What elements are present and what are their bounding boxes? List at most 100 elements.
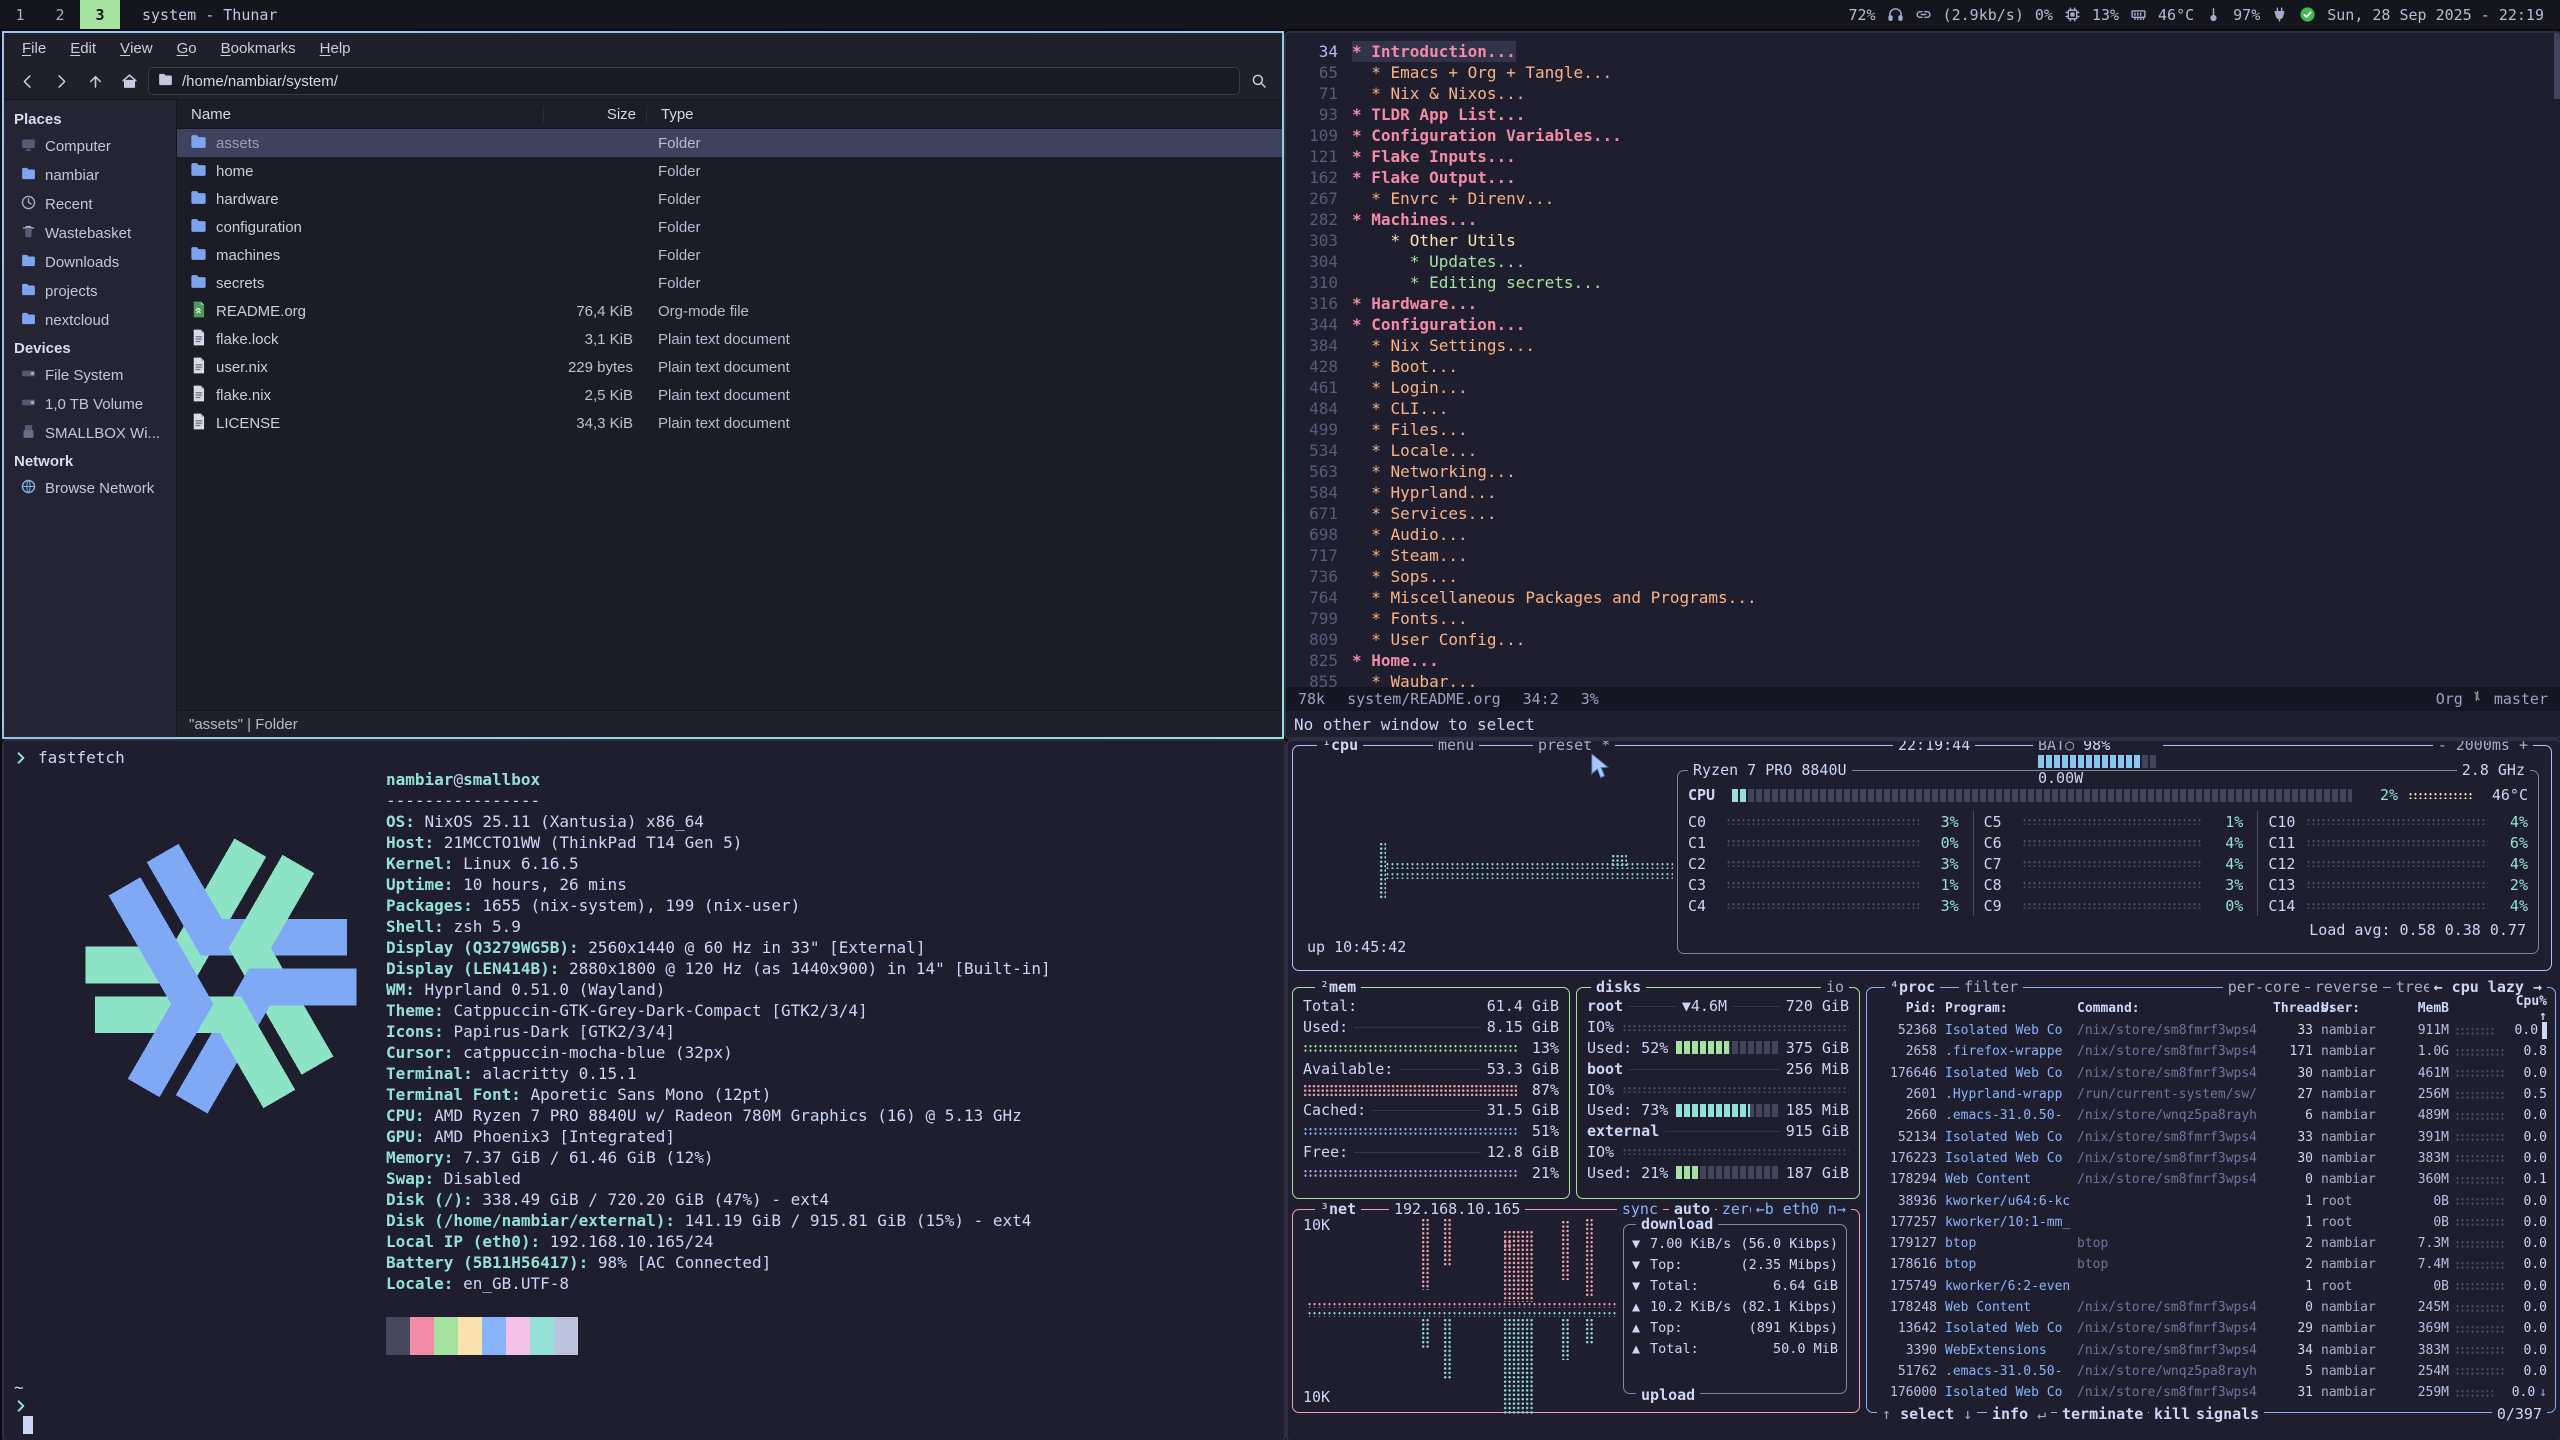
proc-row[interactable]: 178248Web Content/nix/store/sm8fmrf3wps4… xyxy=(1867,1297,2555,1318)
sidebar-item-browse-network[interactable]: Browse Network xyxy=(4,474,176,503)
sidebar-item-smallbox-wi-[interactable]: SMALLBOX Wi... xyxy=(4,419,176,448)
proc-header-mem[interactable]: MemB xyxy=(2399,1001,2449,1016)
proc-row[interactable]: 52368Isolated Web Co/nix/store/sm8fmrf3w… xyxy=(1867,1020,2555,1041)
proc-row[interactable]: 2601.Hyprland-wrapp/run/current-system/s… xyxy=(1867,1084,2555,1105)
sidebar-item-nambiar[interactable]: nambiar xyxy=(4,161,176,190)
proc-row[interactable]: 38936kworker/u64:6-kc1root0B0.0 xyxy=(1867,1190,2555,1211)
proc-footer-3[interactable]: kill xyxy=(2149,1404,2195,1424)
mem-box-title[interactable]: ²mem xyxy=(1315,977,1361,997)
proc-footer-4[interactable]: signals xyxy=(2191,1404,2264,1424)
file-row-flake-lock[interactable]: flake.lock3,1 KiBPlain text document xyxy=(177,325,1282,353)
proc-row[interactable]: 175749kworker/6:2-even1root0B0.0 xyxy=(1867,1276,2555,1297)
file-row-user-nix[interactable]: user.nix229 bytesPlain text document xyxy=(177,353,1282,381)
sidebar-item-wastebasket[interactable]: Wastebasket xyxy=(4,219,176,248)
file-row-license[interactable]: LICENSE34,3 KiBPlain text document xyxy=(177,409,1282,437)
preset-button[interactable]: preset * xyxy=(1533,739,1615,755)
filter-button[interactable]: filter xyxy=(1959,977,2023,997)
menu-view[interactable]: View xyxy=(108,33,165,63)
proc-row[interactable]: 3390WebExtensions/nix/store/sm8fmrf3wps4… xyxy=(1867,1339,2555,1360)
fastfetch-terminal[interactable]: fastfetch nambiar@smallbox--------------… xyxy=(2,739,1286,1440)
org-heading-line[interactable]: 736 * Sops... xyxy=(1292,566,2560,587)
org-heading-line[interactable]: 304 * Updates... xyxy=(1292,251,2560,272)
sidebar-item-downloads[interactable]: Downloads xyxy=(4,248,176,277)
per-core-button[interactable]: per-core xyxy=(2223,977,2305,997)
proc-footer-1[interactable]: info ↵ xyxy=(1987,1404,2051,1424)
org-heading-line[interactable]: 162* Flake Output... xyxy=(1292,167,2560,188)
sidebar-item-recent[interactable]: Recent xyxy=(4,190,176,219)
sidebar-item-computer[interactable]: Computer xyxy=(4,132,176,161)
proc-row[interactable]: 177257kworker/10:1-mm_1root0B0.0 xyxy=(1867,1212,2555,1233)
cpu-box-title[interactable]: ¹cpu xyxy=(1317,739,1363,755)
org-heading-line[interactable]: 71 * Nix & Nixos... xyxy=(1292,83,2560,104)
file-row-configuration[interactable]: configurationFolder xyxy=(177,213,1282,241)
proc-footer-2[interactable]: terminate xyxy=(2057,1404,2148,1424)
workspace-button-3[interactable]: 3 xyxy=(80,0,120,29)
org-heading-line[interactable]: 267 * Envrc + Direnv... xyxy=(1292,188,2560,209)
org-heading-line[interactable]: 310 * Editing secrets... xyxy=(1292,272,2560,293)
org-heading-line[interactable]: 121* Flake Inputs... xyxy=(1292,146,2560,167)
proc-header-program[interactable]: Program: xyxy=(1945,1001,2077,1016)
proc-row[interactable]: 2660.emacs-31.0.50-/nix/store/wnqz5pa8ra… xyxy=(1867,1105,2555,1126)
io-toggle[interactable]: io xyxy=(1821,977,1849,997)
org-heading-line[interactable]: 717 * Steam... xyxy=(1292,545,2560,566)
org-heading-line[interactable]: 93* TLDR App List... xyxy=(1292,104,2560,125)
proc-row[interactable]: 51762.emacs-31.0.50-/nix/store/wnqz5pa8r… xyxy=(1867,1361,2555,1382)
emacs-buffer[interactable]: 34* Introduction...65 * Emacs + Org + Ta… xyxy=(1286,33,2560,687)
org-heading-line[interactable]: 344* Configuration... xyxy=(1292,314,2560,335)
proc-header-command[interactable]: Command: xyxy=(2077,1001,2273,1016)
proc-header-user[interactable]: User: xyxy=(2321,1001,2399,1016)
org-heading-line[interactable]: 384 * Nix Settings... xyxy=(1292,335,2560,356)
workspace-button-2[interactable]: 2 xyxy=(40,0,80,29)
path-bar[interactable]: /home/nambiar/system/ xyxy=(148,67,1240,95)
org-heading-line[interactable]: 584 * Hyprland... xyxy=(1292,482,2560,503)
back-button[interactable] xyxy=(12,67,42,95)
disks-box-title[interactable]: disks xyxy=(1591,977,1646,997)
sidebar-item-1-0-tb-volume[interactable]: 1,0 TB Volume xyxy=(4,390,176,419)
menu-file[interactable]: File xyxy=(10,33,58,63)
forward-button[interactable] xyxy=(46,67,76,95)
menu-go[interactable]: Go xyxy=(165,33,209,63)
shell-prompt[interactable] xyxy=(14,1399,33,1434)
org-heading-line[interactable]: 428 * Boot... xyxy=(1292,356,2560,377)
file-row-hardware[interactable]: hardwareFolder xyxy=(177,185,1282,213)
menu-help[interactable]: Help xyxy=(308,33,363,63)
org-heading-line[interactable]: 671 * Services... xyxy=(1292,503,2560,524)
file-row-assets[interactable]: assetsFolder xyxy=(177,129,1282,157)
proc-row[interactable]: 176646Isolated Web Co/nix/store/sm8fmrf3… xyxy=(1867,1063,2555,1084)
proc-row[interactable]: 2658.firefox-wrappe/nix/store/sm8fmrf3wp… xyxy=(1867,1041,2555,1062)
workspace-button-1[interactable]: 1 xyxy=(0,0,40,29)
proc-row[interactable]: 176223Isolated Web Co/nix/store/sm8fmrf3… xyxy=(1867,1148,2555,1169)
column-header-name[interactable]: Name xyxy=(177,106,543,123)
org-heading-line[interactable]: 303 * Other Utils xyxy=(1292,230,2560,251)
org-heading-line[interactable]: 855 * Waubar... xyxy=(1292,671,2560,687)
org-heading-line[interactable]: 461 * Login... xyxy=(1292,377,2560,398)
proc-row[interactable]: 176000Isolated Web Co/nix/store/sm8fmrf3… xyxy=(1867,1382,2555,1403)
org-heading-line[interactable]: 499 * Files... xyxy=(1292,419,2560,440)
org-heading-line[interactable]: 698 * Audio... xyxy=(1292,524,2560,545)
org-heading-line[interactable]: 563 * Networking... xyxy=(1292,461,2560,482)
proc-box-title[interactable]: ⁴proc xyxy=(1885,977,1940,997)
up-button[interactable] xyxy=(80,67,110,95)
org-heading-line[interactable]: 799 * Fonts... xyxy=(1292,608,2560,629)
proc-header-threads[interactable]: Threads: xyxy=(2273,1001,2313,1016)
org-heading-line[interactable]: 764 * Miscellaneous Packages and Program… xyxy=(1292,587,2560,608)
proc-scrollbar-thumb[interactable] xyxy=(2542,1022,2547,1039)
file-row-secrets[interactable]: secretsFolder xyxy=(177,269,1282,297)
org-heading-line[interactable]: 34* Introduction... xyxy=(1292,41,2560,62)
file-row-readme-org[interactable]: README.org76,4 KiBOrg-mode file xyxy=(177,297,1282,325)
proc-header-pid[interactable]: Pid: xyxy=(1875,1001,1937,1016)
sidebar-item-file-system[interactable]: File System xyxy=(4,361,176,390)
proc-row[interactable]: 52134Isolated Web Co/nix/store/sm8fmrf3w… xyxy=(1867,1126,2555,1147)
file-row-home[interactable]: homeFolder xyxy=(177,157,1282,185)
menu-bookmarks[interactable]: Bookmarks xyxy=(209,33,308,63)
menu-button[interactable]: menu xyxy=(1433,739,1479,755)
search-button[interactable] xyxy=(1244,67,1274,95)
org-heading-line[interactable]: 316* Hardware... xyxy=(1292,293,2560,314)
org-heading-line[interactable]: 825* Home... xyxy=(1292,650,2560,671)
proc-row[interactable]: 178616btopbtop2nambiar7.4M0.0 xyxy=(1867,1254,2555,1275)
update-interval[interactable]: - 2000ms + xyxy=(2433,739,2533,755)
file-row-flake-nix[interactable]: flake.nix2,5 KiBPlain text document xyxy=(177,381,1282,409)
file-row-machines[interactable]: machinesFolder xyxy=(177,241,1282,269)
proc-footer-0[interactable]: ↑ select ↓ xyxy=(1877,1404,1977,1424)
org-heading-line[interactable]: 484 * CLI... xyxy=(1292,398,2560,419)
